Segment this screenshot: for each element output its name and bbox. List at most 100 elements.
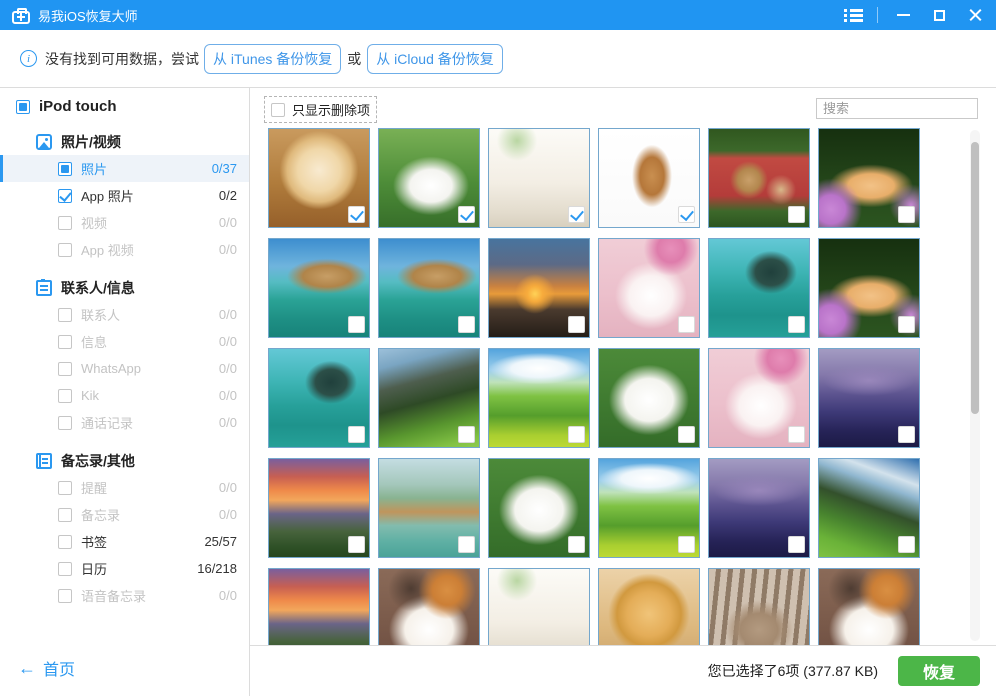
photo-rabbits-picnic[interactable] [708, 128, 810, 228]
sidebar-item-checkbox[interactable] [58, 243, 72, 257]
home-link[interactable]: 首页 [18, 656, 75, 680]
sidebar-item-checkbox[interactable] [58, 535, 72, 549]
show-deleted-only-filter[interactable]: 只显示删除项 [264, 96, 377, 123]
photo-checkbox[interactable] [458, 536, 475, 553]
photo-checkbox[interactable] [348, 206, 365, 223]
photo-forest-hill-sun[interactable] [818, 458, 920, 558]
photo-calico-kitten[interactable] [378, 568, 480, 645]
list-menu-icon[interactable] [844, 8, 863, 22]
restore-from-itunes-button[interactable]: 从 iTunes 备份恢复 [204, 44, 341, 74]
photo-checkbox[interactable] [458, 206, 475, 223]
sidebar-item-checkbox[interactable] [58, 335, 72, 349]
sidebar-item-App 照片[interactable]: App 照片 0/2 [0, 182, 249, 209]
sidebar-item-日历[interactable]: 日历 16/218 [0, 555, 249, 582]
photo-white-rabbit[interactable] [598, 238, 700, 338]
sidebar-item-WhatsApp[interactable]: WhatsApp 0/0 [0, 355, 249, 382]
photo-checkbox[interactable] [568, 426, 585, 443]
photo-checkbox[interactable] [898, 536, 915, 553]
photo-checkbox[interactable] [678, 426, 695, 443]
show-deleted-only-checkbox[interactable] [271, 103, 285, 117]
sidebar-item-checkbox[interactable] [58, 362, 72, 376]
photo-maltese-puppies[interactable] [488, 128, 590, 228]
photo-checkbox[interactable] [898, 316, 915, 333]
notes-icon [36, 453, 52, 469]
photo-checkbox[interactable] [898, 206, 915, 223]
device-row[interactable]: iPod touch [0, 88, 249, 117]
photo-checkbox[interactable] [678, 536, 695, 553]
photo-samoyed-dog[interactable] [378, 128, 480, 228]
sidebar-item-提醒[interactable]: 提醒 0/0 [0, 474, 249, 501]
sidebar-item-信息[interactable]: 信息 0/0 [0, 328, 249, 355]
sidebar-item-checkbox[interactable] [58, 162, 72, 176]
photo-river-pavilion[interactable] [378, 458, 480, 558]
photo-kittens-flowers[interactable] [818, 128, 920, 228]
device-checkbox[interactable] [16, 100, 30, 114]
photo-checkbox[interactable] [678, 206, 695, 223]
sidebar-item-checkbox[interactable] [58, 481, 72, 495]
sidebar-item-照片[interactable]: 照片 0/37 [0, 155, 249, 182]
sidebar-item-checkbox[interactable] [58, 389, 72, 403]
sidebar-item-App 视频[interactable]: App 视频 0/0 [0, 236, 249, 263]
sidebar-item-checkbox[interactable] [58, 308, 72, 322]
photo-checkbox[interactable] [568, 316, 585, 333]
photo-sunset-lake[interactable] [488, 238, 590, 338]
photo-maltese-puppies[interactable] [488, 568, 590, 645]
sidebar-item-通话记录[interactable]: 通话记录 0/0 [0, 409, 249, 436]
sidebar-item-checkbox[interactable] [58, 508, 72, 522]
sidebar-item-Kik[interactable]: Kik 0/0 [0, 382, 249, 409]
photo-checkbox[interactable] [348, 316, 365, 333]
sidebar-item-checkbox[interactable] [58, 216, 72, 230]
photo-forest-hillside[interactable] [378, 348, 480, 448]
sidebar-item-checkbox[interactable] [58, 589, 72, 603]
sidebar-item-checkbox[interactable] [58, 562, 72, 576]
photo-samoyed-pair[interactable] [598, 348, 700, 448]
sidebar-item-语音备忘录[interactable]: 语音备忘录 0/0 [0, 582, 249, 609]
photo-cocker-spaniel[interactable] [598, 128, 700, 228]
photo-coastal-cliff[interactable] [378, 238, 480, 338]
photo-kittens-flowers[interactable] [818, 238, 920, 338]
sidebar-item-checkbox[interactable] [58, 189, 72, 203]
minimize-button[interactable] [892, 4, 914, 26]
maximize-button[interactable] [928, 4, 950, 26]
search-input[interactable] [816, 98, 978, 119]
sidebar-item-联系人[interactable]: 联系人 0/0 [0, 301, 249, 328]
photo-sea-stacks[interactable] [708, 238, 810, 338]
photo-checkbox[interactable] [788, 316, 805, 333]
photo-pomeranian-puppy[interactable] [268, 128, 370, 228]
photo-checkbox[interactable] [898, 426, 915, 443]
photo-checkbox[interactable] [788, 206, 805, 223]
photo-calico-kitten[interactable] [818, 568, 920, 645]
photo-green-hills[interactable] [488, 348, 590, 448]
photo-checkbox[interactable] [458, 426, 475, 443]
photo-checkbox[interactable] [348, 536, 365, 553]
restore-from-icloud-button[interactable]: 从 iCloud 备份恢复 [367, 44, 502, 74]
sidebar-item-书签[interactable]: 书签 25/57 [0, 528, 249, 555]
photo-checkbox[interactable] [788, 536, 805, 553]
photo-sea-stacks[interactable] [268, 348, 370, 448]
scrollbar-thumb[interactable] [971, 142, 979, 414]
photo-pomeranian-close[interactable] [598, 568, 700, 645]
photo-tabby-cat[interactable] [708, 568, 810, 645]
scrollbar-track[interactable] [970, 130, 980, 641]
photo-white-rabbit[interactable] [708, 348, 810, 448]
photo-sunset-mountains[interactable] [268, 568, 370, 645]
sidebar-item-备忘录[interactable]: 备忘录 0/0 [0, 501, 249, 528]
photo-checkbox[interactable] [458, 316, 475, 333]
sidebar-item-label: Kik [81, 388, 99, 403]
photo-checkbox[interactable] [568, 206, 585, 223]
photo-mountain-lake[interactable] [708, 458, 810, 558]
photo-checkbox[interactable] [678, 316, 695, 333]
photo-green-hills[interactable] [598, 458, 700, 558]
photo-mountain-lake[interactable] [818, 348, 920, 448]
photo-samoyed-pair[interactable] [488, 458, 590, 558]
sidebar-item-checkbox[interactable] [58, 416, 72, 430]
sidebar-item-count: 0/0 [219, 242, 237, 257]
recover-button[interactable]: 恢复 [898, 656, 980, 686]
photo-sunset-mountains[interactable] [268, 458, 370, 558]
photo-checkbox[interactable] [348, 426, 365, 443]
photo-checkbox[interactable] [788, 426, 805, 443]
photo-checkbox[interactable] [568, 536, 585, 553]
close-button[interactable] [964, 4, 986, 26]
photo-coastal-cliff[interactable] [268, 238, 370, 338]
sidebar-item-视频[interactable]: 视频 0/0 [0, 209, 249, 236]
